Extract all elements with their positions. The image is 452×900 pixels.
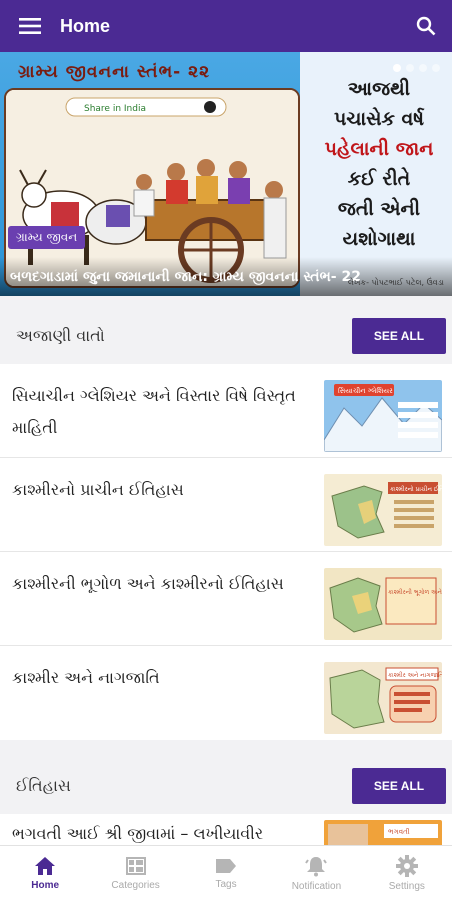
carousel-dot[interactable] (393, 64, 401, 72)
featured-banner[interactable]: ગ્રામ્ય જીવનના સ્તંભ- ૨૨ Share in India (0, 52, 452, 296)
banner-line: આજથી (347, 78, 411, 100)
section-header: ઈતિહાસ SEE ALL (0, 758, 452, 814)
category-tag[interactable]: ગ્રામ્ય જીવન (8, 226, 86, 249)
section-title: અજાણી વાતો (16, 326, 105, 345)
section-itihas: ઈતિહાસ SEE ALL ભગવતી આઈ શ્રી જીવામાં – લ… (0, 758, 452, 845)
menu-button[interactable] (0, 0, 60, 52)
carousel-dot[interactable] (419, 64, 427, 72)
bottom-navigation: Home Categories Tags Notification Settin… (0, 845, 452, 900)
categories-icon (125, 856, 146, 875)
nav-categories[interactable]: Categories (90, 846, 180, 900)
banner-line: પચાસેક વર્ષ (333, 108, 425, 130)
article-title: કાશ્મીરનો પ્રાચીન ઈતિહાસ (12, 480, 184, 499)
svg-text:સિયાચીન ગ્લેશિયર: સિયાચીન ગ્લેશિયર (338, 386, 393, 395)
nav-label: Tags (215, 878, 237, 890)
banner-caption: બળદગાડામાં જુના જમાનાની જાન: ગ્રામ્ય જીવ… (0, 257, 452, 296)
app-title: Home (60, 15, 111, 36)
home-icon (35, 856, 56, 875)
nav-notification[interactable]: Notification (271, 846, 361, 900)
nav-settings[interactable]: Settings (362, 846, 452, 900)
nav-tags[interactable]: Tags (181, 846, 271, 900)
gear-icon (395, 854, 418, 877)
article-list-item[interactable]: સિયાચીન ગ્લેશિયર અને વિસ્તાર વિષે વિસ્તૃ… (0, 364, 452, 458)
banner-line: જતી એની (337, 198, 421, 220)
article-list-item[interactable]: ભગવતી આઈ શ્રી જીવામાં – લખીયાવીર ભગવતી (0, 814, 452, 845)
nav-home[interactable]: Home (0, 846, 90, 900)
banner-line: પહેલાની જાન (324, 138, 434, 160)
search-button[interactable] (400, 0, 452, 52)
bell-icon (305, 856, 328, 876)
article-title: કાશ્મીર અને નાગજાતિ (12, 668, 160, 687)
article-list-item[interactable]: કાશ્મીર અને નાગજાતિ કાશ્મીર અને નાગજાતિ (0, 646, 452, 740)
section-header: અજાણી વાતો SEE ALL (0, 308, 452, 364)
nav-label: Categories (111, 879, 160, 891)
svg-text:ભગવતી: ભગવતી (388, 827, 410, 836)
article-thumbnail: ભગવતી (324, 820, 442, 845)
svg-text:કાશ્મીરની ભૂગોળ અને ઈતિહાસ: કાશ્મીરની ભૂગોળ અને ઈતિહાસ (388, 588, 442, 596)
carousel-indicator (393, 64, 440, 72)
nav-label: Notification (291, 880, 342, 892)
banner-heading: ગ્રામ્ય જીવનના સ્તંભ- ૨૨ (18, 62, 211, 82)
article-thumbnail: કાશ્મીર અને નાગજાતિ (324, 662, 442, 734)
tag-icon (216, 858, 237, 873)
article-title: ભગવતી આઈ શ્રી જીવામાં – લખીયાવીર (12, 824, 264, 843)
svg-text:કાશ્મીરનો પ્રાચીન ઈતિહાસ: કાશ્મીરનો પ્રાચીન ઈતિહાસ (390, 485, 442, 493)
hamburger-menu-icon (19, 18, 41, 34)
nav-label: Home (31, 879, 60, 891)
nav-label: Settings (388, 880, 425, 892)
carousel-dot[interactable] (432, 64, 440, 72)
app-bar: Home (0, 0, 452, 52)
svg-text:કાશ્મીર અને નાગજાતિ: કાશ્મીર અને નાગજાતિ (388, 671, 442, 679)
article-thumbnail: કાશ્મીરની ભૂગોળ અને ઈતિહાસ (324, 568, 442, 640)
article-thumbnail: કાશ્મીરનો પ્રાચીન ઈતિહાસ (324, 474, 442, 546)
article-list-item[interactable]: કાશ્મીરનો પ્રાચીન ઈતિહાસ કાશ્મીરનો પ્રાચ… (0, 458, 452, 552)
banner-line: કઈ રીતે (347, 168, 411, 190)
see-all-button[interactable]: SEE ALL (352, 318, 446, 354)
article-title: કાશ્મીરની ભૂગોળ અને કાશ્મીરનો ઈતિહાસ (12, 574, 284, 593)
article-list-item[interactable]: કાશ્મીરની ભૂગોળ અને કાશ્મીરનો ઈતિહાસ કાશ… (0, 552, 452, 646)
carousel-dot[interactable] (406, 64, 414, 72)
section-ajani-vato: અજાણી વાતો SEE ALL સિયાચીન ગ્લેશિયર અને … (0, 308, 452, 740)
search-icon (416, 16, 436, 36)
section-title: ઈતિહાસ (16, 776, 71, 795)
banner-line: યશોગાથા (342, 228, 416, 250)
article-title: સિયાચીન ગ્લેશિયર અને વિસ્તાર વિષે વિસ્તૃ… (12, 386, 296, 437)
article-thumbnail: સિયાચીન ગ્લેશિયર (324, 380, 442, 452)
see-all-button[interactable]: SEE ALL (352, 768, 446, 804)
share-in-india-text: Share in India (84, 104, 146, 114)
banner-caption-text: બળદગાડામાં જુના જમાનાની જાન: ગ્રામ્ય જીવ… (10, 269, 361, 285)
banner-credit: લેખક- પોપટભાઈ પટેલ, ઉંવડા (347, 278, 444, 287)
